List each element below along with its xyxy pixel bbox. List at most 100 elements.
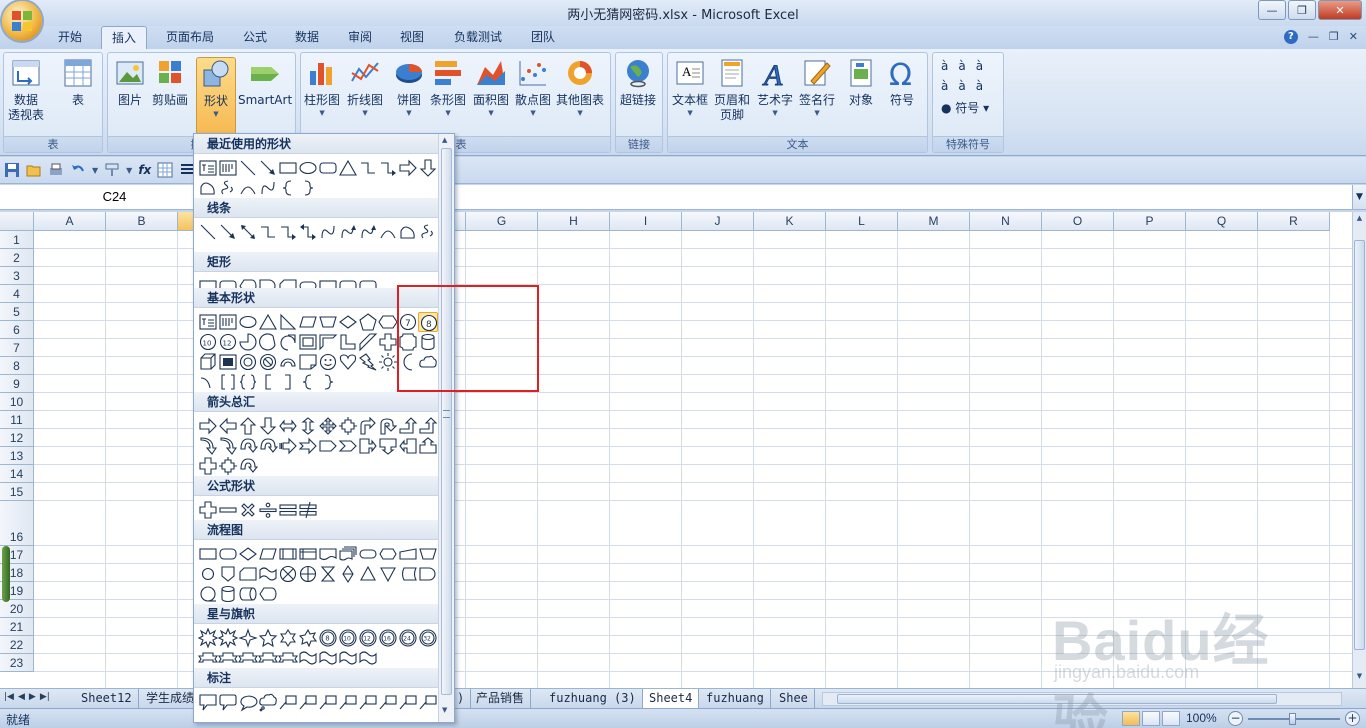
mult-shape-icon[interactable] <box>238 500 258 520</box>
star4-shape-icon[interactable] <box>238 628 258 648</box>
ring12-shape-icon[interactable]: 12 <box>358 628 378 648</box>
tab-review[interactable]: 审阅 <box>338 26 382 49</box>
blockarc-shape-icon[interactable] <box>278 352 298 372</box>
arrowline-shape-icon[interactable] <box>218 222 238 242</box>
smiley-shape-icon[interactable] <box>318 352 338 372</box>
callout-u-shape-icon[interactable] <box>418 436 438 456</box>
row-header-16[interactable]: 16 <box>0 501 34 546</box>
tri-shape-icon[interactable] <box>258 312 278 332</box>
fc-data-shape-icon[interactable] <box>298 312 318 332</box>
plus-shape-icon[interactable] <box>198 456 218 476</box>
fc-magdisk-shape-icon[interactable] <box>218 584 238 604</box>
homeplate-shape-icon[interactable] <box>318 436 338 456</box>
special-symbol-button[interactable]: ● 符号 ▾ <box>941 99 989 116</box>
row-header-1[interactable]: 1 <box>0 231 34 249</box>
lightning-shape-icon[interactable] <box>358 352 378 372</box>
line-chart-button[interactable]: 折线图 ▼ <box>347 57 383 118</box>
fc-predef-shape-icon[interactable] <box>278 544 298 564</box>
gallery-scroll-up-icon[interactable]: ▲ <box>442 136 447 144</box>
curvearr-shape-icon[interactable] <box>358 222 378 242</box>
sheet-tab[interactable]: Shee <box>773 689 815 708</box>
ring24-shape-icon[interactable]: 24 <box>398 628 418 648</box>
arcshape-shape-icon[interactable] <box>198 372 218 392</box>
arcline-shape-icon[interactable] <box>238 178 258 198</box>
tab-view[interactable]: 视图 <box>390 26 434 49</box>
sheet-tab[interactable]: fuzhuang <box>700 689 771 708</box>
row-header-2[interactable]: 2 <box>0 249 34 267</box>
special-symbols-row-2[interactable]: ààà <box>941 79 993 93</box>
fc-prep-shape-icon[interactable] <box>378 544 398 564</box>
rightbrace-shape-icon[interactable] <box>298 178 318 198</box>
donut-shape-icon[interactable] <box>238 352 258 372</box>
gallery-scroll-down-icon[interactable]: ▼ <box>442 706 447 714</box>
row-header-21[interactable]: 21 <box>0 618 34 636</box>
table-button[interactable]: 表 <box>62 57 94 109</box>
wave-shape-icon[interactable] <box>298 648 318 668</box>
can-shape-icon[interactable] <box>418 332 438 352</box>
row-header-15[interactable]: 15 <box>0 483 34 501</box>
insert-function-icon[interactable]: fx <box>138 163 151 177</box>
row-header-14[interactable]: 14 <box>0 465 34 483</box>
area-chart-button[interactable]: 面积图 ▼ <box>473 57 509 118</box>
zoom-level[interactable]: 100% <box>1186 711 1217 725</box>
bar-chart-button[interactable]: 条形图 ▼ <box>430 57 466 118</box>
shapes-gallery-scrollbar[interactable]: ▲ ▼ <box>438 134 454 722</box>
textbox-button[interactable]: A 文本框 ▼ <box>672 57 708 118</box>
ribbon-close-icon[interactable]: ✕ <box>1349 30 1358 44</box>
special-symbols-row-1[interactable]: ààà <box>941 59 993 73</box>
next-sheet-icon[interactable]: ▶ <box>29 692 36 702</box>
column-header-k[interactable]: K <box>754 212 826 231</box>
foldedcorner-shape-icon[interactable] <box>298 352 318 372</box>
column-chart-button[interactable]: 柱形图 ▼ <box>304 57 340 118</box>
pie-chart-button[interactable]: 饼图 ▼ <box>393 57 425 118</box>
other-charts-button[interactable]: 其他图表 ▼ <box>556 57 604 118</box>
column-header-j[interactable]: J <box>682 212 754 231</box>
plus-shape-icon[interactable] <box>198 500 218 520</box>
curvedright-shape-icon[interactable] <box>198 436 218 456</box>
fc-display-shape-icon[interactable] <box>258 584 278 604</box>
column-header-r[interactable]: R <box>1258 212 1330 231</box>
elbowarr-shape-icon[interactable] <box>378 158 398 178</box>
fc-decision-shape-icon[interactable] <box>338 312 358 332</box>
circle10-shape-icon[interactable]: 10 <box>198 332 218 352</box>
cloud-shape-icon[interactable] <box>418 352 438 372</box>
ring16-shape-icon[interactable]: 16 <box>378 628 398 648</box>
burst-shape-icon[interactable] <box>198 628 218 648</box>
callout-line-shape-icon[interactable] <box>318 692 338 712</box>
moon-shape-icon[interactable] <box>398 352 418 372</box>
fc-extract-shape-icon[interactable] <box>358 564 378 584</box>
row-header-8[interactable]: 8 <box>0 357 34 375</box>
normal-view-button[interactable] <box>1122 711 1140 726</box>
ribbon-shape-icon[interactable] <box>258 648 278 668</box>
rightarrow-shape-icon[interactable] <box>398 158 418 178</box>
wave-shape-icon[interactable] <box>338 648 358 668</box>
octagon-8-shape-icon[interactable]: 8 <box>418 312 438 332</box>
lrarrow-shape-icon[interactable] <box>278 416 298 436</box>
rightbracket-shape-icon[interactable] <box>278 372 298 392</box>
quadarrow-shape-icon[interactable] <box>318 416 338 436</box>
elbow-shape-icon[interactable] <box>258 222 278 242</box>
leftbracket-shape-icon[interactable] <box>258 372 278 392</box>
rrect-shape-icon[interactable] <box>318 158 338 178</box>
fc-merge-shape-icon[interactable] <box>378 564 398 584</box>
row-header-5[interactable]: 5 <box>0 303 34 321</box>
formula-bar-expand-icon[interactable]: ▼ <box>1352 185 1366 209</box>
callout-line-shape-icon[interactable] <box>398 692 418 712</box>
clipart-button[interactable]: 剪贴画 <box>152 57 188 109</box>
last-sheet-icon[interactable]: ▶| <box>40 692 50 702</box>
column-header-p[interactable]: P <box>1114 212 1186 231</box>
tab-formulas[interactable]: 公式 <box>233 26 277 49</box>
udarrow-shape-icon[interactable] <box>298 416 318 436</box>
bentup-shape-icon[interactable] <box>418 416 438 436</box>
callout-oval-shape-icon[interactable] <box>238 692 258 712</box>
select-all-corner[interactable] <box>0 212 34 231</box>
column-header-i[interactable]: I <box>610 212 682 231</box>
undo-icon[interactable] <box>70 162 86 178</box>
lshape-shape-icon[interactable] <box>338 332 358 352</box>
downarrow-shape-icon[interactable] <box>418 158 438 178</box>
undo-dropdown-icon[interactable]: ▼ <box>92 166 98 175</box>
leftbrace-shape-icon[interactable] <box>298 372 318 392</box>
rightarrow-shape-icon[interactable] <box>198 416 218 436</box>
uparrow-shape-icon[interactable] <box>238 416 258 436</box>
pentagon-shape-icon[interactable] <box>358 312 378 332</box>
